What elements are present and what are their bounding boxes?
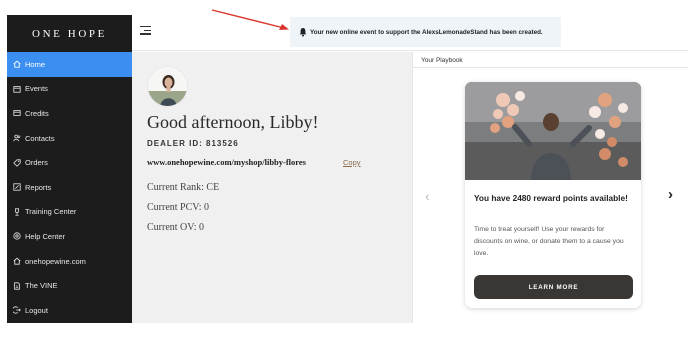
shop-url: www.onehopewine.com/myshop/libby-flores	[147, 157, 306, 167]
sidebar-item-home[interactable]: Home	[7, 52, 132, 77]
sidebar-item-label: Training Center	[25, 207, 77, 217]
sidebar-item-label: Home	[25, 59, 46, 69]
divider	[413, 67, 688, 68]
sidebar-item-label: Orders	[25, 158, 48, 168]
sidebar-item-label: onehopewine.com	[25, 256, 86, 266]
greeting-title: Good afternoon, Libby!	[147, 112, 319, 132]
learn-more-button[interactable]: LEARN MORE	[474, 275, 633, 299]
top-bar: Your new online event to support the Ale…	[132, 15, 688, 51]
sidebar-item-credits[interactable]: Credits	[7, 101, 132, 126]
menu-toggle-icon[interactable]	[140, 26, 151, 38]
sidebar-item-the-vine[interactable]: The VINE	[7, 273, 132, 298]
bell-icon	[299, 28, 307, 37]
help-icon	[13, 232, 25, 241]
sidebar-item-label: Help Center	[25, 231, 66, 241]
current-ov: Current OV: 0	[147, 222, 205, 233]
sidebar-item-onehopewine[interactable]: onehopewine.com	[7, 249, 132, 274]
sidebar-item-events[interactable]: Events	[7, 77, 132, 102]
logout-icon	[13, 306, 25, 314]
carousel-prev-icon[interactable]: ‹	[425, 188, 430, 204]
sidebar-item-reports[interactable]: Reports	[7, 175, 132, 200]
sidebar-item-contacts[interactable]: Contacts	[7, 126, 132, 151]
reward-description: Time to treat yourself! Use your rewards…	[474, 226, 624, 257]
reports-icon	[13, 183, 25, 191]
sidebar-item-label: The VINE	[25, 281, 58, 291]
sidebar-item-label: Credits	[25, 108, 49, 118]
app-root: ONE HOPE Home Events Credits Contacts Or…	[0, 0, 688, 347]
trophy-icon	[13, 208, 25, 216]
document-icon	[13, 282, 25, 290]
reward-points-heading: You have 2480 reward points available!	[474, 193, 628, 203]
brand-logo[interactable]: ONE HOPE	[7, 15, 132, 52]
sidebar: ONE HOPE Home Events Credits Contacts Or…	[7, 15, 132, 323]
dealer-id: DEALER ID: 813526	[147, 139, 239, 148]
notification-banner: Your new online event to support the Ale…	[290, 17, 561, 47]
sidebar-item-help-center[interactable]: Help Center	[7, 224, 132, 249]
sidebar-item-label: Reports	[25, 182, 52, 192]
home-icon	[13, 257, 25, 265]
home-icon	[13, 60, 25, 68]
copy-link[interactable]: Copy	[343, 158, 361, 167]
sidebar-item-training-center[interactable]: Training Center	[7, 200, 132, 225]
contacts-icon	[13, 134, 25, 142]
playbook-panel: Your Playbook ‹ › You have 2480 reward p…	[412, 52, 688, 323]
avatar	[147, 66, 188, 107]
sidebar-item-label: Contacts	[25, 133, 55, 143]
playbook-title: Your Playbook	[421, 57, 463, 64]
reward-card: You have 2480 reward points available! T…	[465, 82, 641, 308]
credit-card-icon	[13, 109, 25, 117]
sidebar-item-label: Logout	[25, 305, 48, 315]
current-rank: Current Rank: CE	[147, 182, 220, 193]
dashboard-panel: Good afternoon, Libby! DEALER ID: 813526…	[132, 52, 412, 323]
tag-icon	[13, 159, 25, 167]
celebration-photo	[465, 82, 641, 180]
carousel-next-icon[interactable]: ›	[668, 186, 673, 203]
current-pcv: Current PCV: 0	[147, 202, 210, 213]
sidebar-item-orders[interactable]: Orders	[7, 150, 132, 175]
sidebar-item-label: Events	[25, 84, 48, 94]
calendar-icon	[13, 85, 25, 93]
sidebar-item-logout[interactable]: Logout	[7, 298, 132, 323]
notification-text: Your new online event to support the Ale…	[310, 28, 543, 36]
